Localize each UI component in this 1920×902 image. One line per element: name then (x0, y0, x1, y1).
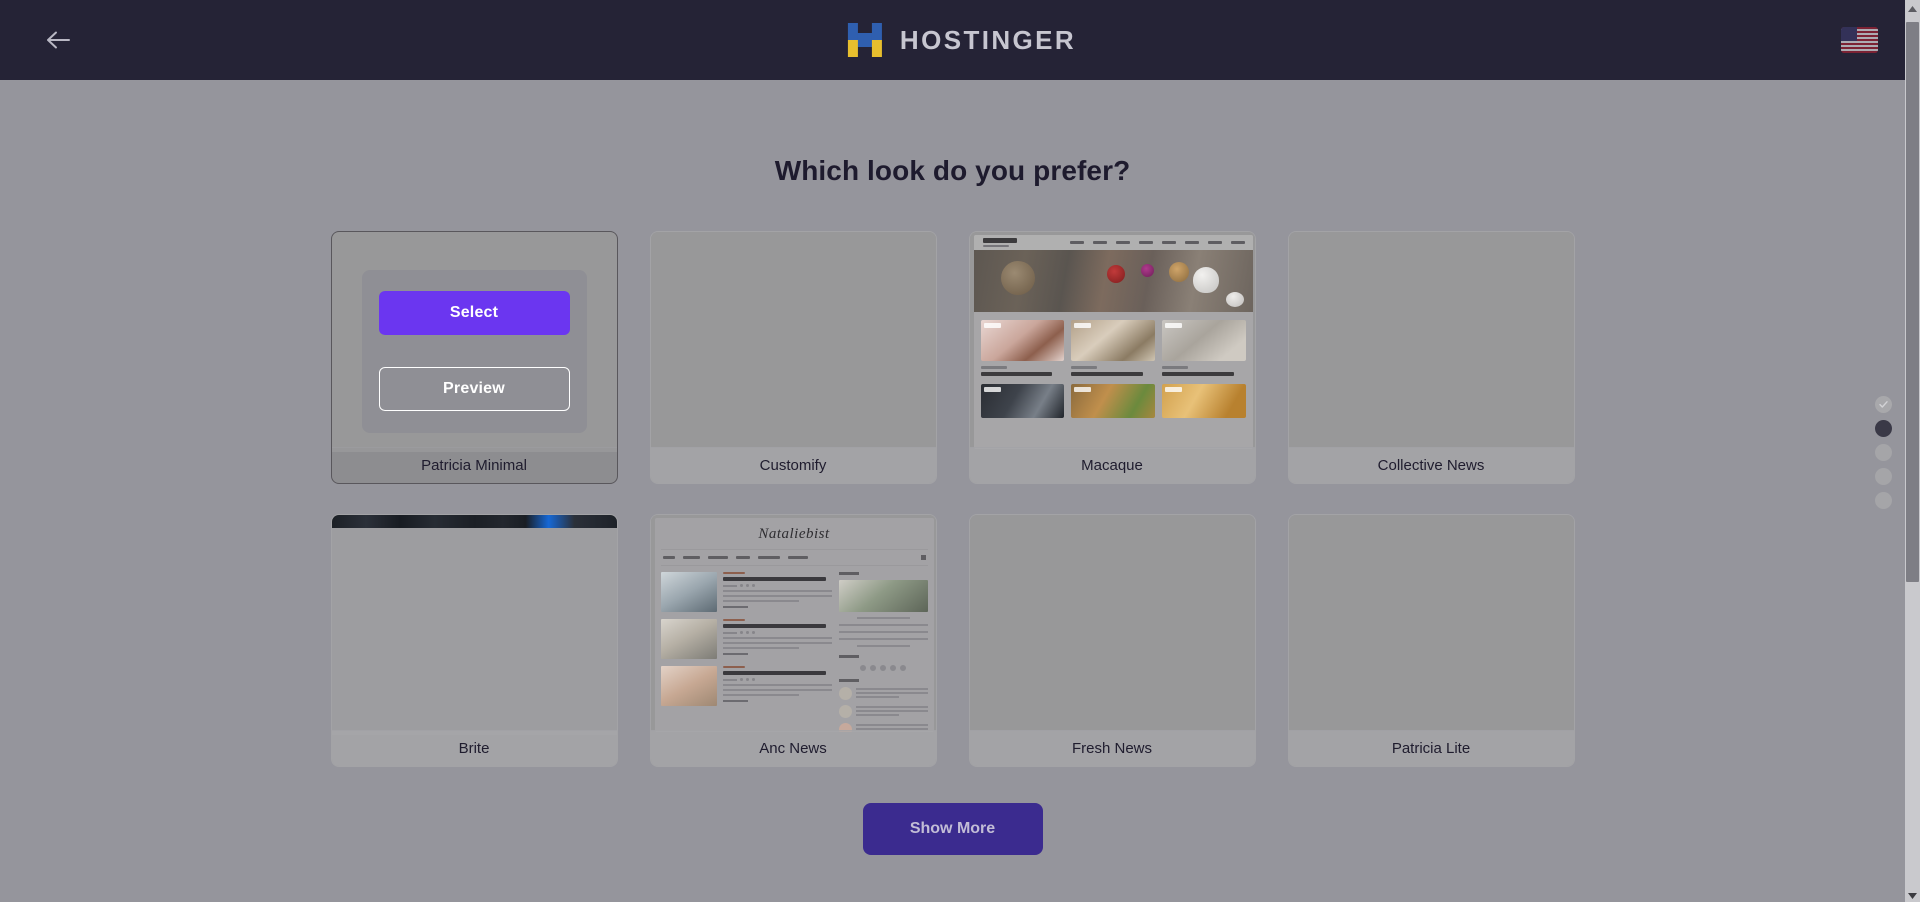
vertical-scrollbar[interactable] (1905, 0, 1920, 902)
template-thumbnail (331, 515, 617, 735)
step-dot-5[interactable] (1875, 492, 1892, 509)
template-name: Macaque (969, 447, 1255, 483)
scroll-up-button[interactable] (1905, 0, 1920, 15)
template-name: Anc News (650, 730, 936, 766)
template-name: Patricia Lite (1288, 730, 1574, 766)
us-flag-icon (1841, 27, 1878, 53)
template-card-macaque[interactable]: Macaque (968, 231, 1256, 484)
step-dot-2[interactable] (1875, 420, 1892, 437)
template-thumbnail: Nataliebist (650, 515, 936, 735)
macaque-preview (969, 232, 1255, 452)
template-card-patricia-minimal[interactable]: Select Preview Patricia Minimal (330, 231, 618, 484)
step-dot-4[interactable] (1875, 468, 1892, 485)
page-content: Which look do you prefer? Select Preview… (0, 80, 1905, 902)
step-dot-1[interactable] (1875, 396, 1892, 413)
template-thumbnail (969, 515, 1255, 735)
mini-header (973, 235, 1253, 250)
template-card-anc-news[interactable]: Nataliebist Anc News (649, 514, 937, 767)
caret-up-icon (1908, 0, 1917, 17)
mini-site-title: Nataliebist (758, 526, 830, 542)
step-indicator (1875, 396, 1892, 509)
brand: HOSTINGER (844, 21, 1076, 59)
page-title: Which look do you prefer? (774, 155, 1131, 186)
template-thumbnail (1288, 232, 1574, 452)
template-card-customify[interactable]: Customify (649, 231, 937, 484)
template-name: Patricia Minimal (331, 447, 617, 483)
template-grid: Select Preview Patricia Minimal Customif… (327, 231, 1579, 767)
onboarding-template-picker: HOSTINGER Which look do you prefer? Sele… (0, 0, 1920, 902)
template-name: Collective News (1288, 447, 1574, 483)
show-more-wrapper: Show More (0, 803, 1905, 855)
partial-image-strip (331, 515, 617, 528)
language-selector[interactable] (1841, 27, 1878, 53)
template-name: Fresh News (969, 730, 1255, 766)
mini-nav (660, 549, 928, 566)
check-icon (1878, 399, 1889, 410)
arrow-left-icon (45, 30, 71, 50)
template-thumbnail (969, 232, 1255, 452)
app-header: HOSTINGER (0, 0, 1920, 80)
show-more-button[interactable]: Show More (862, 803, 1043, 855)
template-thumbnail (650, 232, 936, 452)
back-button[interactable] (40, 22, 76, 58)
scrollbar-thumb[interactable] (1906, 22, 1919, 582)
step-dot-3[interactable] (1875, 444, 1892, 461)
template-hover-actions: Select Preview (361, 270, 587, 433)
preview-button[interactable]: Preview (378, 367, 570, 411)
template-card-patricia-lite[interactable]: Patricia Lite (1287, 514, 1575, 767)
template-name: Customify (650, 447, 936, 483)
template-thumbnail (1288, 515, 1574, 735)
template-card-fresh-news[interactable]: Fresh News (968, 514, 1256, 767)
select-button[interactable]: Select (378, 291, 570, 335)
template-card-collective-news[interactable]: Collective News (1287, 231, 1575, 484)
scroll-down-button[interactable] (1905, 887, 1920, 902)
mini-hero-image (973, 250, 1253, 312)
template-card-brite[interactable]: Brite (330, 514, 618, 767)
caret-down-icon (1908, 886, 1917, 902)
brand-name: HOSTINGER (899, 24, 1077, 55)
template-name: Brite (331, 730, 617, 766)
hostinger-h-logo-icon (844, 21, 886, 59)
ancnews-preview: Nataliebist (650, 515, 936, 735)
